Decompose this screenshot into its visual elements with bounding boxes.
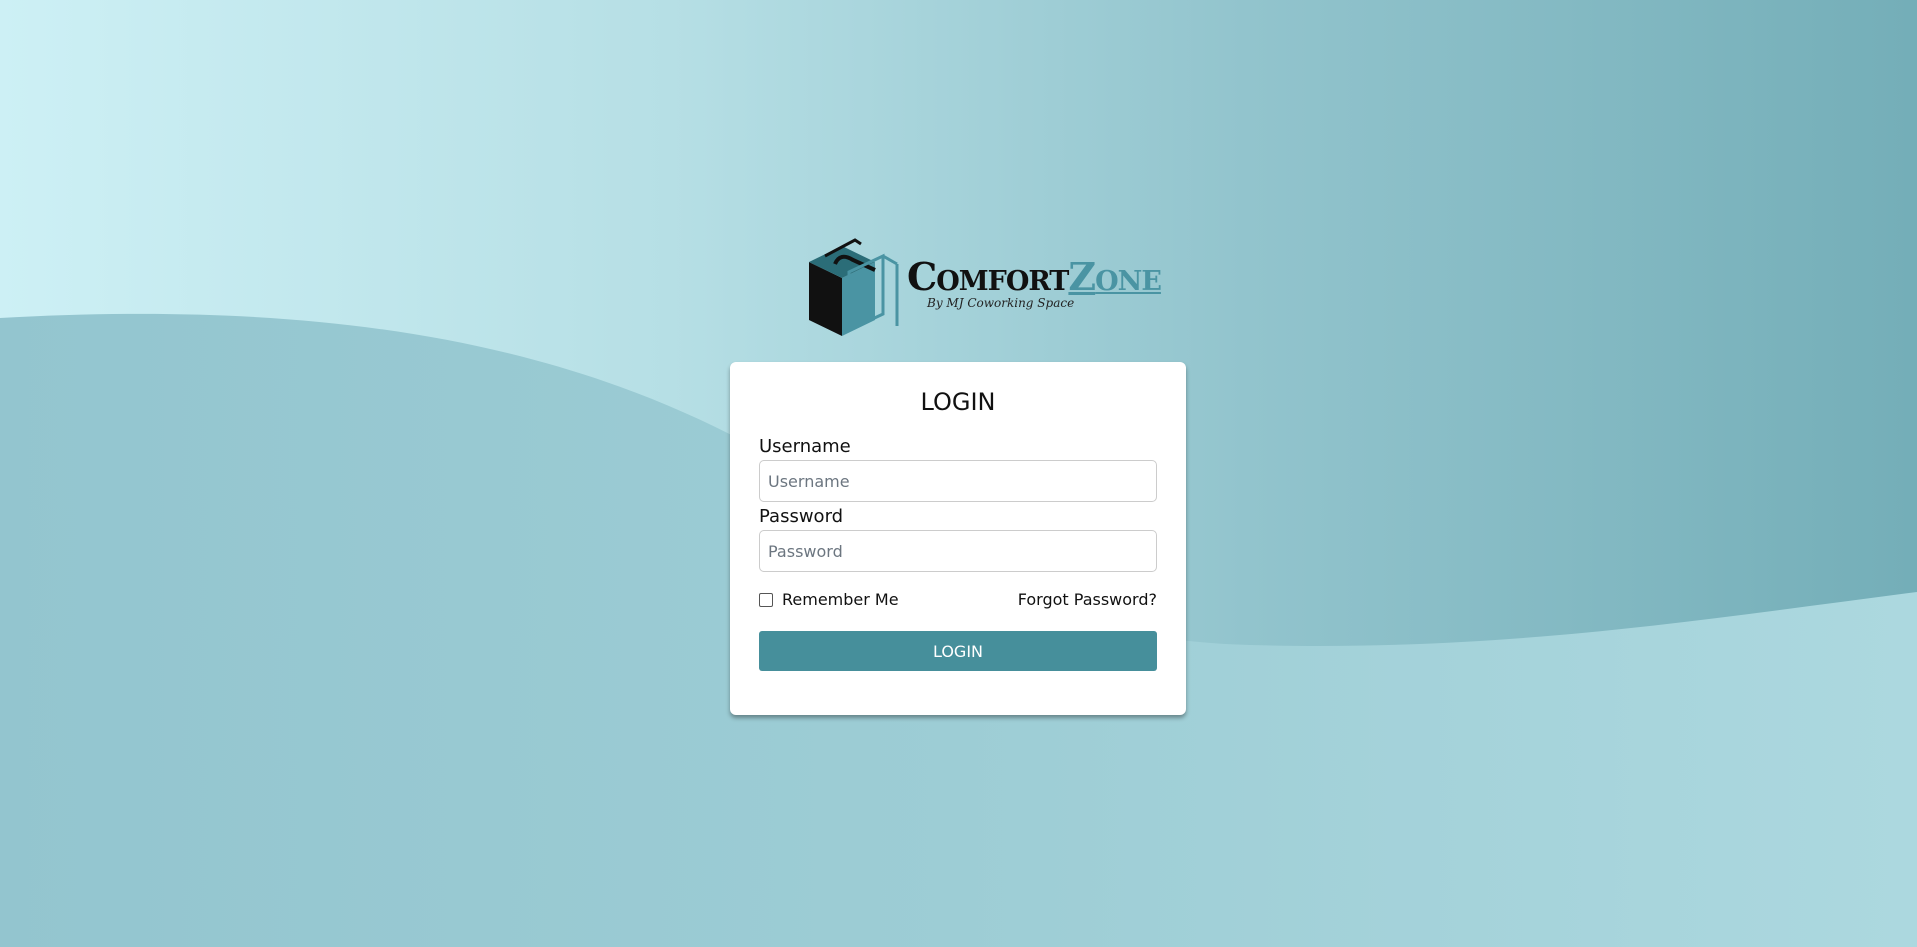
- remember-me-label: Remember Me: [782, 590, 899, 609]
- login-options-row: Remember Me Forgot Password?: [759, 590, 1157, 609]
- cube-book-icon: [809, 238, 899, 336]
- password-input[interactable]: [759, 530, 1157, 572]
- login-card: LOGIN Username Password Remember Me Forg…: [730, 362, 1186, 715]
- brand-logo: COMFORTZONE By MJ Coworking Space: [805, 234, 1162, 344]
- password-label: Password: [759, 506, 844, 527]
- forgot-password-link[interactable]: Forgot Password?: [1018, 590, 1157, 609]
- brand-tagline: By MJ Coworking Space: [927, 296, 1075, 310]
- remember-me-control[interactable]: Remember Me: [759, 590, 899, 609]
- brand-wordmark: COMFORTZONE: [907, 254, 1162, 299]
- remember-me-checkbox[interactable]: [759, 592, 773, 607]
- username-input[interactable]: [759, 460, 1157, 502]
- username-label: Username: [759, 436, 851, 457]
- login-title: LOGIN: [920, 388, 996, 416]
- login-page: COMFORTZONE By MJ Coworking Space LOGIN …: [0, 0, 1917, 947]
- login-button[interactable]: LOGIN: [759, 631, 1157, 671]
